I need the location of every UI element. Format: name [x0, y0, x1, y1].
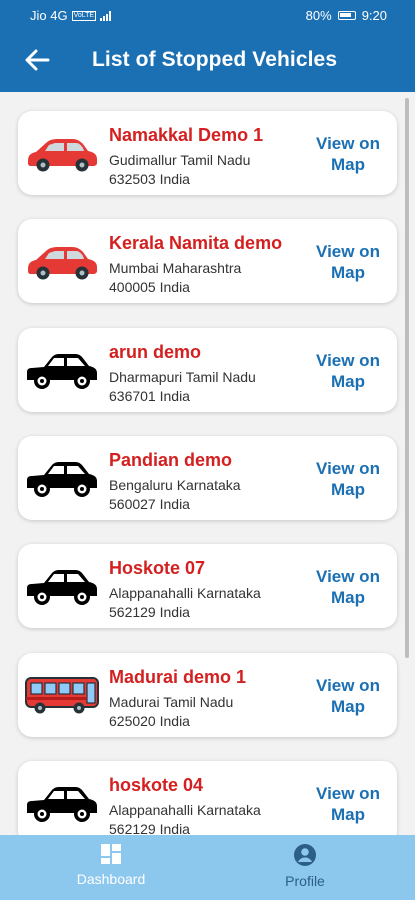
view-on-map-link[interactable]: View on Map	[315, 675, 381, 717]
vehicle-address: Bengaluru Karnataka 560027 India	[109, 476, 309, 514]
vehicle-name: arun demo	[109, 342, 202, 362]
address-line: Bengaluru Karnataka	[109, 477, 241, 493]
app-bar: List of Stopped Vehicles	[0, 30, 415, 92]
vehicle-name: Namakkal Demo 1	[109, 125, 264, 145]
map-link-line: Map	[331, 155, 365, 174]
vehicle-card[interactable]: hoskote 04 Alappanahalli Karnataka 56212…	[18, 761, 397, 835]
vehicle-card[interactable]: Kerala Namita demo Mumbai Maharashtra 40…	[18, 219, 397, 303]
address-line: 560027 India	[109, 496, 190, 512]
vehicle-list[interactable]: Namakkal Demo 1 Gudimallur Tamil Nadu 63…	[0, 92, 415, 835]
black-car-icon	[24, 781, 100, 825]
vehicle-name: Madurai demo 1	[109, 667, 247, 687]
black-car-icon	[24, 564, 100, 608]
map-link-line: Map	[331, 480, 365, 499]
profile-icon	[294, 844, 316, 866]
address-line: Madurai Tamil Nadu	[109, 694, 234, 710]
vehicle-card[interactable]: arun demo Dharmapuri Tamil Nadu 636701 I…	[18, 328, 397, 412]
nav-profile[interactable]: Profile	[245, 843, 365, 889]
map-link-line: Map	[331, 697, 365, 716]
address-line: Alappanahalli Karnataka	[109, 802, 261, 818]
vehicle-name: Pandian demo	[109, 450, 233, 470]
map-link-line: View on	[316, 784, 380, 803]
view-on-map-link[interactable]: View on Map	[315, 458, 381, 500]
vehicle-card[interactable]: Hoskote 07 Alappanahalli Karnataka 56212…	[18, 544, 397, 628]
bus-icon	[24, 673, 100, 717]
map-link-line: View on	[316, 676, 380, 695]
clock: 9:20	[361, 8, 387, 23]
nav-dashboard[interactable]: Dashboard	[51, 843, 171, 887]
scrollbar[interactable]	[405, 98, 409, 658]
map-link-line: View on	[316, 351, 380, 370]
battery-percent: 80%	[305, 8, 332, 23]
map-link-line: Map	[331, 588, 365, 607]
page-title: List of Stopped Vehicles	[92, 48, 338, 71]
volte-badge: VoLTE	[71, 10, 97, 21]
red-car-icon	[24, 131, 100, 175]
signal-icon	[100, 10, 112, 21]
map-link-line: Map	[331, 805, 365, 824]
vehicle-card[interactable]: Pandian demo Bengaluru Karnataka 560027 …	[18, 436, 397, 520]
map-link-line: View on	[316, 134, 380, 153]
vehicle-card[interactable]: Madurai demo 1 Madurai Tamil Nadu 625020…	[18, 653, 397, 737]
vehicle-name: Hoskote 07	[109, 558, 206, 578]
address-line: 400005 India	[109, 279, 190, 295]
view-on-map-link[interactable]: View on Map	[315, 241, 381, 283]
address-line: 632503 India	[109, 171, 190, 187]
view-on-map-link[interactable]: View on Map	[315, 566, 381, 608]
nav-dashboard-label: Dashboard	[76, 871, 146, 887]
map-link-line: Map	[331, 372, 365, 391]
address-line: Mumbai Maharashtra	[109, 260, 242, 276]
address-line: Alappanahalli Karnataka	[109, 585, 261, 601]
vehicle-address: Alappanahalli Karnataka 562129 India	[109, 584, 309, 622]
vehicle-card[interactable]: Namakkal Demo 1 Gudimallur Tamil Nadu 63…	[18, 111, 397, 195]
back-arrow-icon[interactable]	[24, 48, 50, 72]
status-left: Jio 4G VoLTE	[30, 8, 112, 23]
view-on-map-link[interactable]: View on Map	[315, 133, 381, 175]
map-link-line: View on	[316, 567, 380, 586]
address-line: 562129 India	[109, 821, 190, 835]
map-link-line: Map	[331, 263, 365, 282]
address-line: 636701 India	[109, 388, 190, 404]
status-right: 80% 9:20	[306, 8, 387, 23]
address-line: 562129 India	[109, 604, 190, 620]
map-link-line: View on	[316, 459, 380, 478]
status-bar: Jio 4G VoLTE 80% 9:20	[0, 0, 415, 30]
map-link-line: View on	[316, 242, 380, 261]
vehicle-address: Mumbai Maharashtra 400005 India	[109, 259, 309, 297]
black-car-icon	[24, 456, 100, 500]
view-on-map-link[interactable]: View on Map	[315, 783, 381, 825]
vehicle-name: hoskote 04	[109, 775, 204, 795]
dashboard-icon	[101, 844, 121, 864]
address-line: 625020 India	[109, 713, 190, 729]
address-line: Dharmapuri Tamil Nadu	[109, 369, 256, 385]
battery-icon	[337, 11, 356, 20]
view-on-map-link[interactable]: View on Map	[315, 350, 381, 392]
vehicle-address: Dharmapuri Tamil Nadu 636701 India	[109, 368, 309, 406]
red-car-icon	[24, 239, 100, 283]
vehicle-address: Madurai Tamil Nadu 625020 India	[109, 693, 309, 731]
black-car-icon	[24, 348, 100, 392]
carrier-label: Jio 4G	[30, 8, 68, 23]
vehicle-name: Kerala Namita demo	[109, 233, 283, 253]
nav-profile-label: Profile	[285, 873, 325, 889]
bottom-nav: Dashboard Profile	[0, 835, 415, 900]
vehicle-address: Gudimallur Tamil Nadu 632503 India	[109, 151, 309, 189]
vehicle-address: Alappanahalli Karnataka 562129 India	[109, 801, 309, 835]
address-line: Gudimallur Tamil Nadu	[109, 152, 251, 168]
